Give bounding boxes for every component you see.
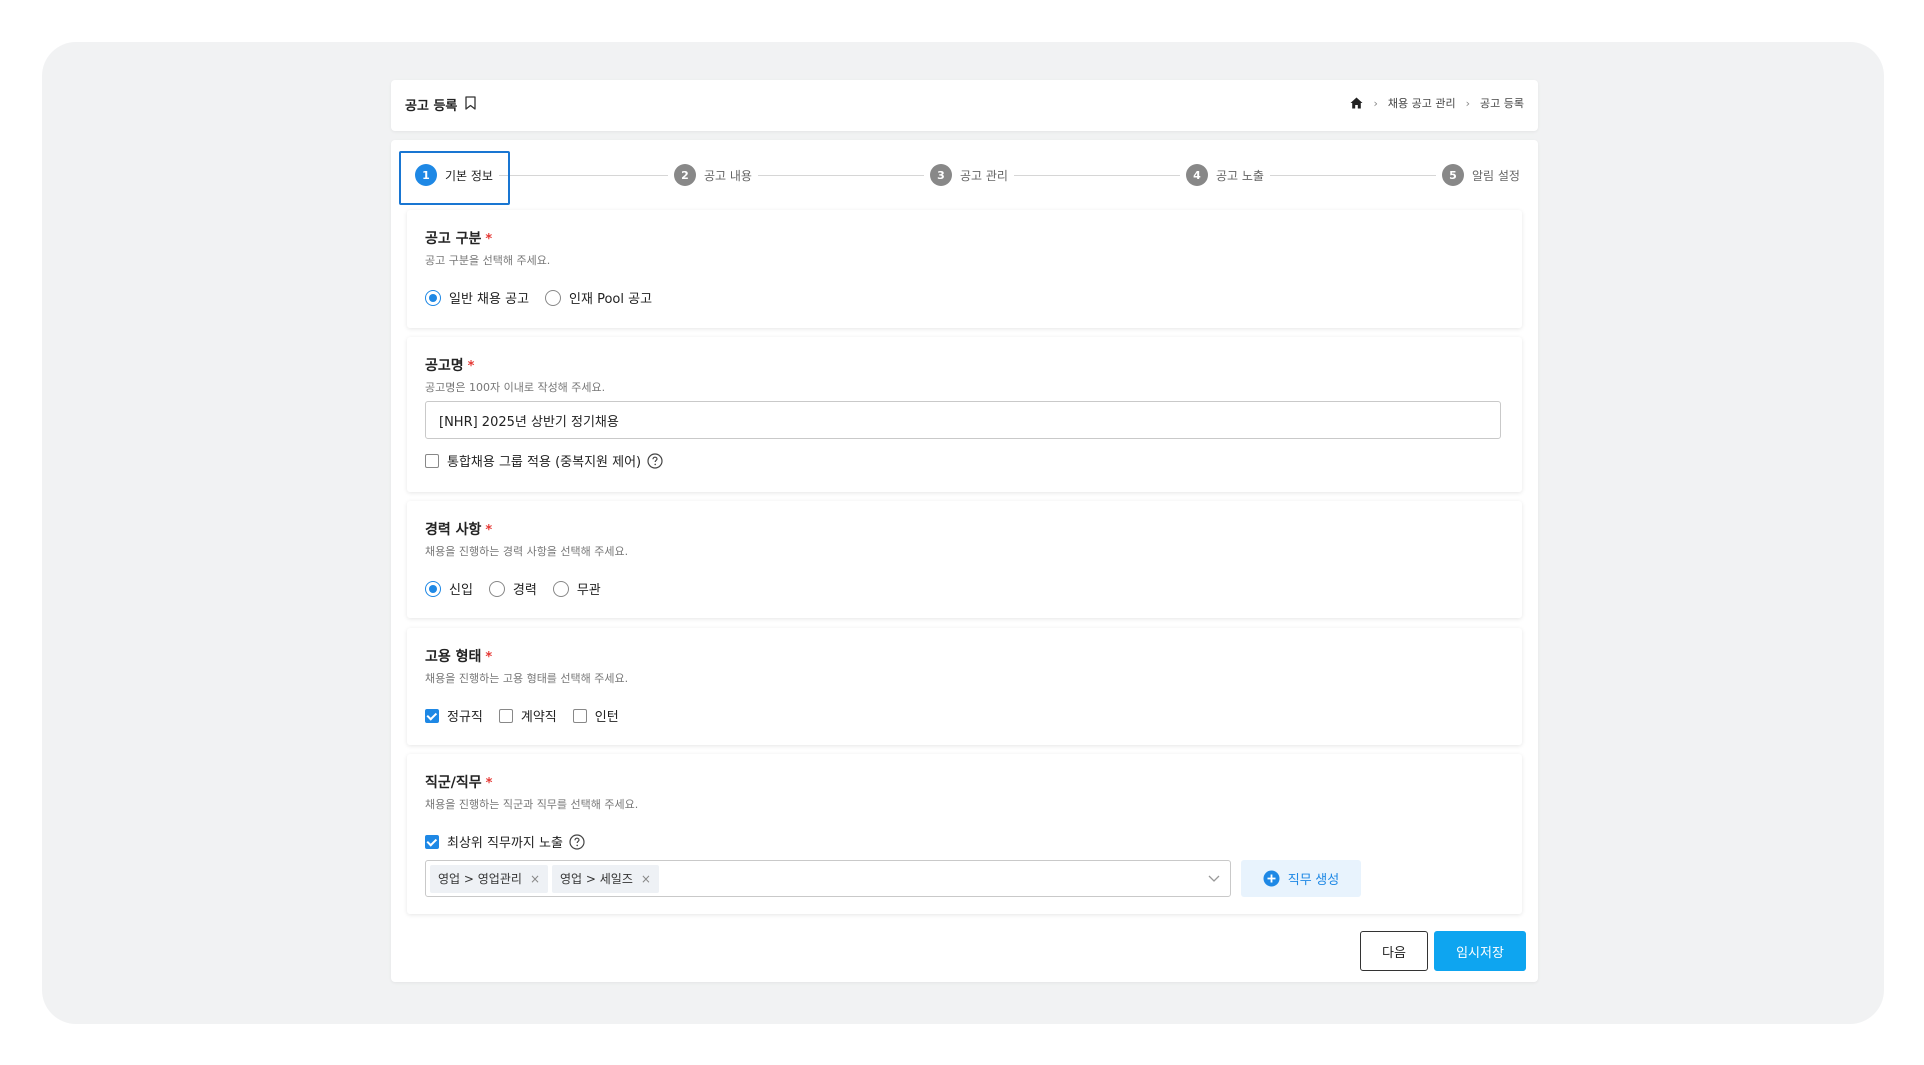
- section-description: 채용을 진행하는 직군과 직무를 선택해 주세요.: [425, 798, 639, 811]
- step-label: 공고 관리: [960, 168, 1008, 183]
- step-number: 5: [1442, 164, 1464, 186]
- checkbox-label: 계약직: [520, 710, 557, 725]
- section-title: 경력 사항 *: [425, 522, 493, 538]
- posting-name-input[interactable]: [425, 401, 1501, 439]
- section-description: 채용을 진행하는 경력 사항을 선택해 주세요.: [425, 545, 629, 558]
- checkbox-group: 정규직 계약직 인턴: [425, 706, 619, 725]
- chevron-down-icon[interactable]: [1208, 873, 1220, 883]
- checkbox-option-intern[interactable]: 인턴: [572, 706, 619, 725]
- required-mark: *: [485, 776, 493, 791]
- job-tag: 영업 > 세일즈 ×: [552, 864, 659, 893]
- radio-label: 인재 Pool 공고: [569, 292, 653, 307]
- step-posting-exposure[interactable]: 4 공고 노출: [1180, 164, 1270, 186]
- step-label: 알림 설정: [1472, 168, 1520, 183]
- radio-button[interactable]: [488, 580, 505, 597]
- section-career: 경력 사항 * 채용을 진행하는 경력 사항을 선택해 주세요. 신입 경력 무관: [407, 501, 1522, 618]
- step-number: 4: [1186, 164, 1208, 186]
- breadcrumb: › 채용 공고 관리 › 공고 등록: [1350, 95, 1524, 111]
- help-icon[interactable]: [569, 833, 585, 850]
- section-posting-name: 공고명* 공고명은 100자 이내로 작성해 주세요. 통합채용 그룹 적용 (…: [407, 337, 1522, 492]
- chevron-right-icon: ›: [1373, 96, 1378, 110]
- step-label: 공고 내용: [704, 168, 752, 183]
- step-number: 3: [930, 164, 952, 186]
- help-icon[interactable]: [647, 452, 663, 469]
- bookmark-icon[interactable]: [465, 96, 476, 110]
- close-icon[interactable]: ×: [641, 872, 651, 886]
- radio-label: 경력: [512, 583, 537, 598]
- next-button[interactable]: 다음: [1360, 931, 1428, 971]
- job-tag: 영업 > 영업관리 ×: [430, 864, 548, 893]
- plus-circle-icon: [1263, 870, 1280, 887]
- checkbox-option-permanent[interactable]: 정규직: [425, 706, 483, 725]
- required-mark: *: [485, 650, 493, 665]
- checkbox-label: 최상위 직무까지 노출: [447, 836, 563, 851]
- home-icon[interactable]: [1350, 97, 1363, 109]
- radio-option-new[interactable]: 신입: [425, 579, 473, 598]
- checkbox-label: 인턴: [594, 710, 619, 725]
- integrated-recruit-checkbox-row[interactable]: 통합채용 그룹 적용 (중복지원 제어): [425, 451, 663, 470]
- checkbox-option-contract[interactable]: 계약직: [498, 706, 557, 725]
- checkbox[interactable]: [425, 453, 439, 468]
- section-title: 공고명 *: [425, 358, 475, 374]
- checkbox-label: 정규직: [447, 710, 483, 725]
- section-job: 직군/직무 * 채용을 진행하는 직군과 직무를 선택해 주세요. 최상위 직무까…: [407, 754, 1522, 914]
- radio-label: 신입: [449, 583, 473, 598]
- radio-option-general[interactable]: 일반 채용 공고: [425, 288, 529, 307]
- radio-option-any[interactable]: 무관: [552, 579, 601, 598]
- section-description: 공고명은 100자 이내로 작성해 주세요.: [425, 381, 606, 394]
- breadcrumb-item[interactable]: 공고 등록: [1480, 95, 1524, 111]
- radio-option-talent-pool[interactable]: 인재 Pool 공고: [545, 288, 652, 307]
- tag-label: 영업 > 영업관리: [438, 872, 522, 886]
- section-title: 고용 형태 *: [425, 649, 493, 665]
- close-icon[interactable]: ×: [530, 872, 540, 886]
- checkbox[interactable]: [498, 708, 513, 723]
- radio-group: 신입 경력 무관: [425, 579, 601, 598]
- stepper: 1 기본 정보 2 공고 내용 3 공고 관리 4 공고 노출 5 알림 설정: [399, 150, 1530, 205]
- step-posting-content[interactable]: 2 공고 내용: [668, 164, 758, 186]
- required-mark: *: [485, 232, 493, 247]
- job-multi-select[interactable]: 영업 > 영업관리 × 영업 > 세일즈 ×: [425, 860, 1231, 897]
- page-header: 공고 등록 › 채용 공고 관리 › 공고 등록: [391, 80, 1538, 131]
- chevron-right-icon: ›: [1465, 96, 1471, 110]
- step-posting-management[interactable]: 3 공고 관리: [924, 164, 1014, 186]
- radio-button[interactable]: [545, 289, 562, 306]
- checkbox[interactable]: [572, 708, 587, 723]
- section-employment-type: 고용 형태 * 채용을 진행하는 고용 형태를 선택해 주세요. 정규직 계약직 …: [407, 628, 1522, 745]
- section-description: 공고 구분을 선택해 주세요.: [425, 254, 551, 267]
- radio-label: 무관: [576, 583, 601, 598]
- radio-option-experienced[interactable]: 경력: [488, 579, 537, 598]
- required-mark: *: [485, 523, 493, 538]
- page-title: 공고 등록: [405, 99, 458, 114]
- radio-button[interactable]: [425, 580, 441, 597]
- checkbox[interactable]: [425, 708, 439, 723]
- section-title: 직군/직무 *: [425, 775, 493, 791]
- form-card: 1 기본 정보 2 공고 내용 3 공고 관리 4 공고 노출 5 알림 설정 …: [391, 140, 1538, 982]
- top-level-job-checkbox-row[interactable]: 최상위 직무까지 노출: [425, 832, 585, 851]
- create-job-label: 직무 생성: [1287, 872, 1340, 887]
- checkbox-label: 통합채용 그룹 적용 (중복지원 제어): [447, 455, 642, 470]
- radio-button[interactable]: [425, 289, 441, 306]
- step-label: 공고 노출: [1216, 168, 1264, 183]
- create-job-button[interactable]: 직무 생성: [1241, 860, 1361, 897]
- radio-label: 일반 채용 공고: [449, 292, 530, 307]
- temp-save-button[interactable]: 임시저장: [1434, 931, 1526, 971]
- checkbox[interactable]: [425, 834, 439, 849]
- step-number: 2: [674, 164, 696, 186]
- required-mark: *: [467, 359, 475, 374]
- radio-button[interactable]: [552, 580, 569, 597]
- breadcrumb-item[interactable]: 채용 공고 관리: [1388, 95, 1456, 111]
- section-posting-type: 공고 구분 * 공고 구분을 선택해 주세요. 일반 채용 공고 인재 Pool …: [407, 210, 1522, 328]
- section-description: 채용을 진행하는 고용 형태를 선택해 주세요.: [425, 672, 629, 685]
- radio-group: 일반 채용 공고 인재 Pool 공고: [425, 288, 652, 307]
- step-notification-settings[interactable]: 5 알림 설정: [1436, 164, 1526, 186]
- active-step-highlight: [399, 151, 510, 205]
- section-title: 공고 구분 *: [425, 231, 493, 247]
- tag-label: 영업 > 세일즈: [560, 872, 633, 886]
